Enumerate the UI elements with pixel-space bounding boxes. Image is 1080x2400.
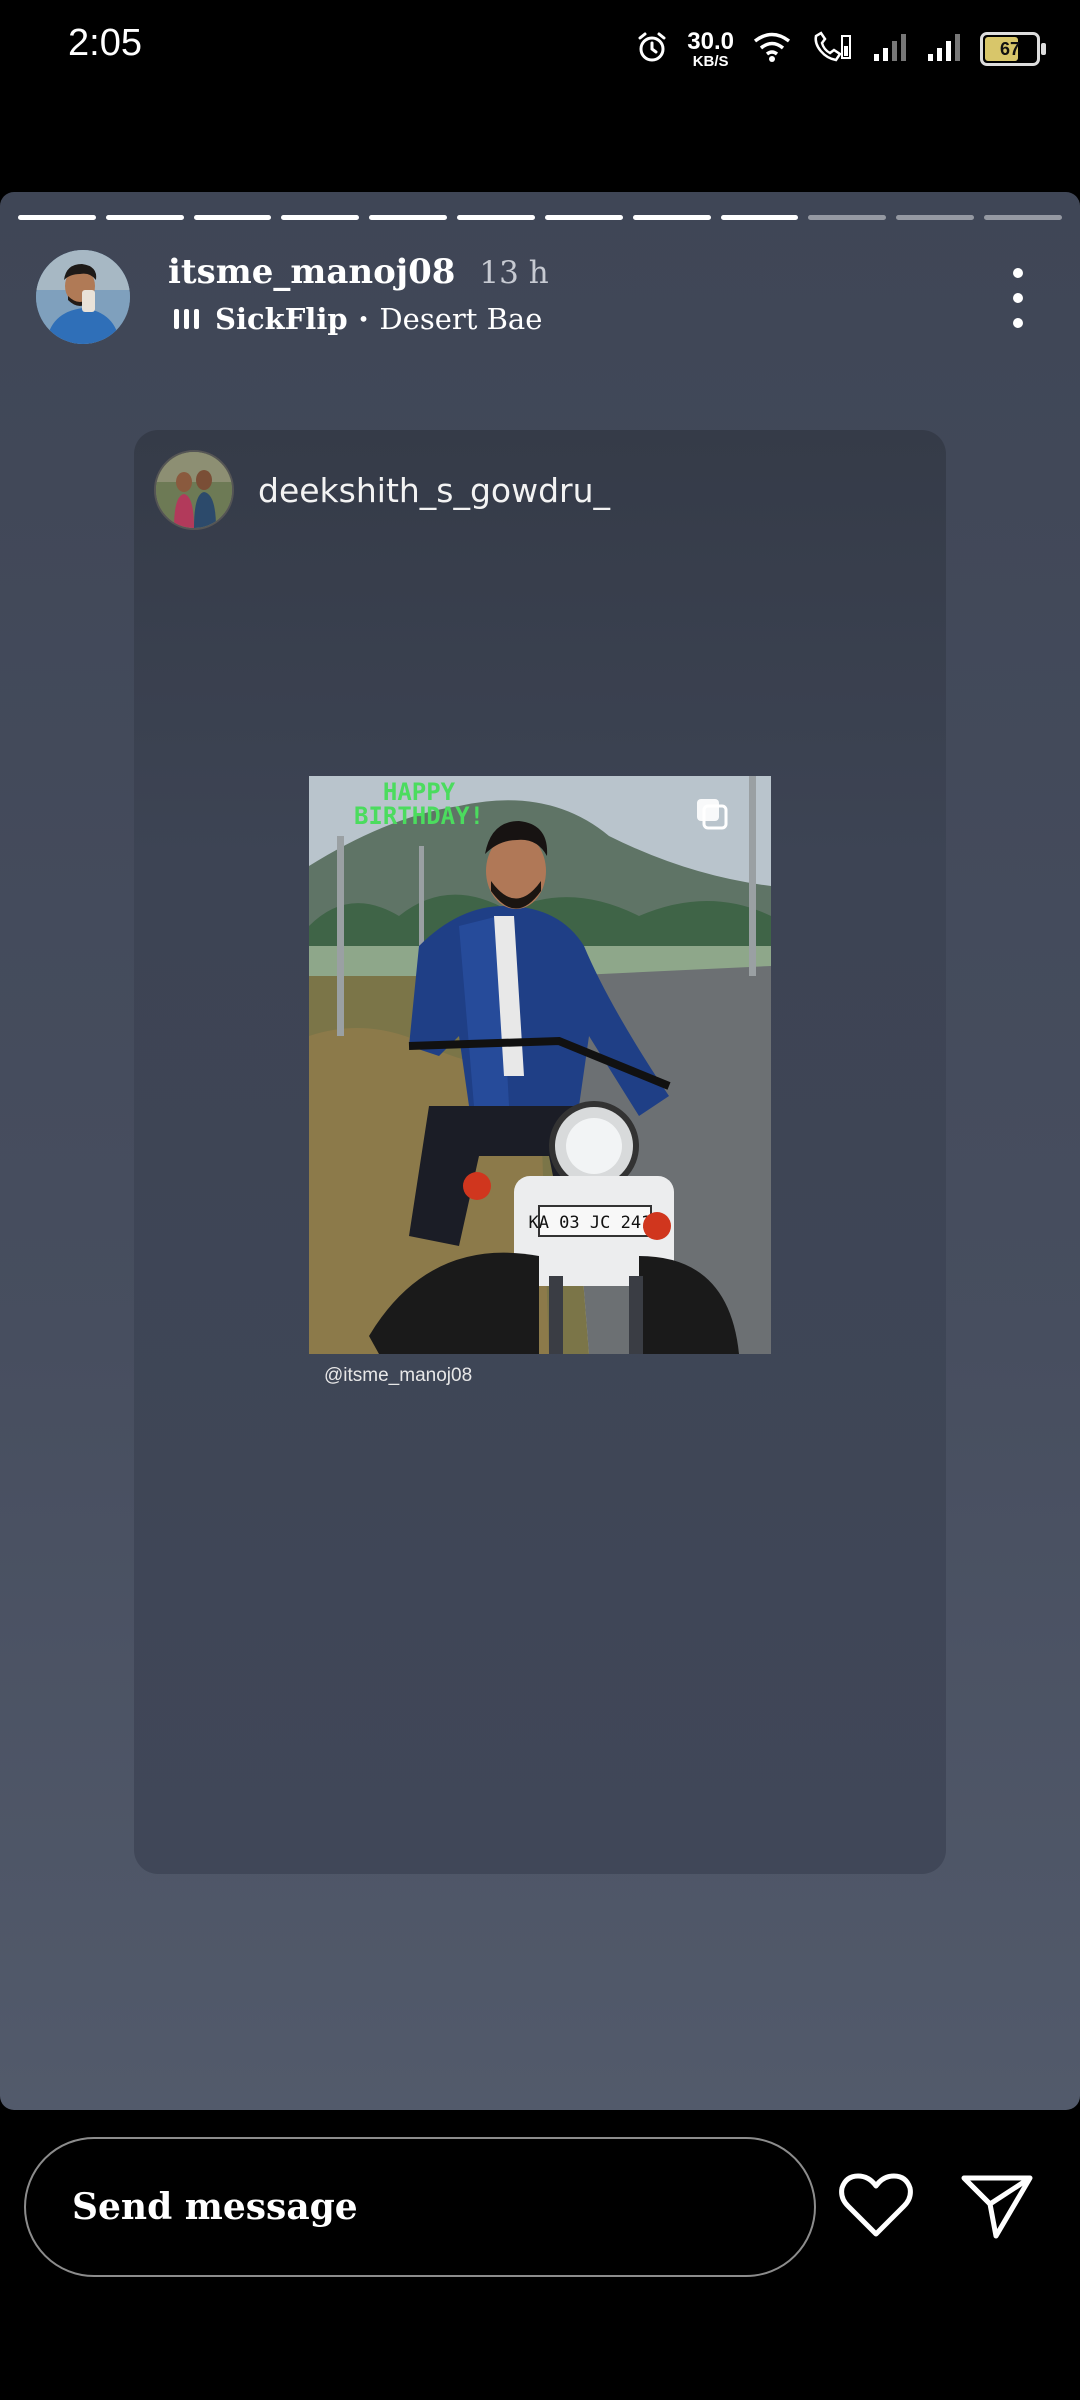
story-viewer[interactable]: itsme_manoj08 13 h SickFlip • Desert Bae: [0, 192, 1080, 2110]
progress-segment: [281, 215, 360, 220]
status-bar: 2:05 30.0 KB/S 67: [0, 0, 1080, 96]
post-header[interactable]: deekshith_s_gowdru_: [154, 450, 610, 530]
birthday-text-line2: BIRTHDAY!: [354, 802, 484, 830]
send-direct-icon[interactable]: [958, 2170, 1036, 2242]
music-sticker[interactable]: SickFlip • Desert Bae: [174, 302, 542, 336]
post-mention[interactable]: @itsme_manoj08: [324, 1365, 472, 1387]
story-progress-bar: [18, 215, 1062, 220]
like-heart-icon[interactable]: [838, 2170, 914, 2242]
progress-segment: [896, 215, 975, 220]
music-title: Desert Bae: [379, 302, 543, 336]
progress-segment: [808, 215, 887, 220]
story-username[interactable]: itsme_manoj08: [168, 252, 455, 292]
send-message-placeholder: Send message: [72, 2186, 358, 2228]
svg-text:KA 03 JC 2410: KA 03 JC 2410: [528, 1213, 661, 1233]
progress-segment: [457, 215, 535, 220]
post-author-name[interactable]: deekshith_s_gowdru_: [258, 471, 610, 510]
music-separator: •: [357, 307, 370, 331]
progress-segment: [369, 215, 448, 220]
network-speed: 30.0 KB/S: [687, 27, 734, 70]
battery-icon: 67: [980, 32, 1046, 66]
status-icons: 30.0 KB/S 67: [635, 24, 1046, 74]
music-bars-icon: [174, 309, 199, 329]
progress-segment: [984, 215, 1062, 220]
story-header: itsme_manoj08 13 h SickFlip • Desert Bae: [36, 250, 1046, 350]
alarm-icon: [635, 30, 669, 68]
signal-icon-2: [926, 32, 962, 66]
status-time: 2:05: [68, 22, 142, 64]
shared-post-card[interactable]: deekshith_s_gowdru_ KA 03 JC 2410 HAPPY …: [134, 430, 946, 1874]
progress-segment: [544, 215, 623, 220]
progress-segment: [720, 215, 799, 220]
signal-icon: [872, 32, 908, 66]
story-time-ago: 13 h: [479, 255, 549, 291]
more-options-icon[interactable]: [1008, 268, 1028, 328]
progress-segment: [18, 215, 96, 220]
post-author-avatar[interactable]: [154, 450, 234, 530]
send-message-input[interactable]: Send message: [24, 2137, 816, 2277]
music-artist: SickFlip: [215, 302, 348, 336]
progress-segment: [632, 215, 711, 220]
wifi-icon: [752, 30, 792, 68]
progress-segment: [105, 215, 184, 220]
post-image[interactable]: KA 03 JC 2410 HAPPY BIRTHDAY!: [309, 776, 771, 1354]
progress-segment: [193, 215, 272, 220]
wifi-calling-icon: [810, 30, 854, 68]
story-user-avatar[interactable]: [36, 250, 130, 344]
